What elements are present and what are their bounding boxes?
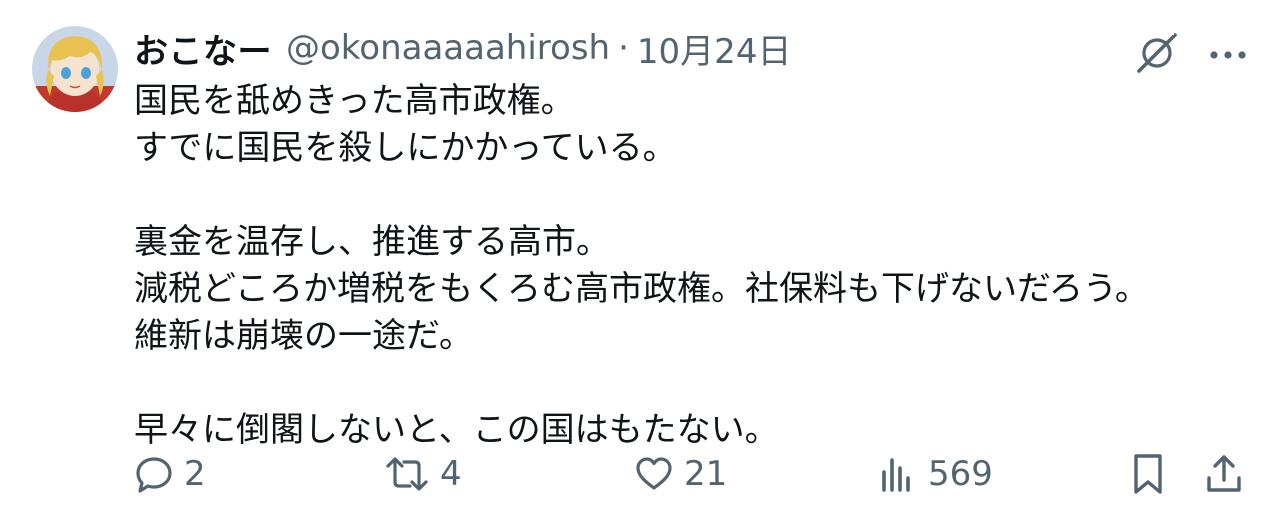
tweet-line: 減税どころか増税をもくろむ高市政権。社保料も下げないだろう。 bbox=[134, 269, 1149, 309]
reply-icon bbox=[134, 454, 174, 494]
like-icon bbox=[634, 454, 674, 494]
reply-button[interactable]: 2 bbox=[134, 448, 206, 500]
views-button[interactable]: 569 bbox=[878, 448, 993, 500]
tweet: おこなー @okonaaaaahirosh · 10月24日 国民を舐めきった高… bbox=[0, 0, 1288, 522]
header-actions bbox=[1134, 30, 1248, 80]
tweet-line: 裏金を温存し、推進する高市。 bbox=[134, 222, 610, 262]
tweet-line: 維新は崩壊の一途だ。 bbox=[134, 316, 473, 356]
avatar-image bbox=[32, 26, 118, 112]
tweet-line: すでに国民を殺しにかかっている。 bbox=[134, 128, 677, 168]
like-button[interactable]: 21 bbox=[634, 448, 727, 500]
repost-icon bbox=[384, 454, 430, 494]
like-count: 21 bbox=[684, 454, 728, 494]
author-display-name[interactable]: おこなー bbox=[134, 24, 272, 73]
repost-button[interactable]: 4 bbox=[384, 448, 462, 500]
author-handle[interactable]: @okonaaaaahirosh bbox=[286, 28, 610, 68]
tweet-date[interactable]: 10月24日 bbox=[637, 24, 792, 73]
bookmark-button[interactable] bbox=[1128, 448, 1168, 500]
separator-dot: · bbox=[618, 28, 629, 68]
avatar[interactable] bbox=[32, 26, 118, 112]
share-button[interactable] bbox=[1204, 448, 1244, 500]
repost-count: 4 bbox=[440, 454, 462, 494]
action-bar: 2 4 21 569 bbox=[134, 448, 1248, 500]
bookmark-icon bbox=[1128, 452, 1168, 496]
more-icon[interactable] bbox=[1208, 46, 1248, 65]
tweet-header: おこなー @okonaaaaahirosh · 10月24日 bbox=[134, 24, 792, 73]
tweet-line: 早々に倒閣しないと、この国はもたない。 bbox=[134, 410, 779, 450]
views-icon bbox=[878, 454, 918, 494]
tweet-line: 国民を舐めきった高市政権。 bbox=[134, 81, 575, 121]
share-icon bbox=[1204, 452, 1244, 496]
views-count: 569 bbox=[928, 454, 993, 494]
reply-count: 2 bbox=[184, 454, 206, 494]
tweet-text: 国民を舐めきった高市政権。 すでに国民を殺しにかかっている。 裏金を温存し、推進… bbox=[134, 78, 1254, 454]
grok-icon[interactable] bbox=[1134, 30, 1180, 80]
